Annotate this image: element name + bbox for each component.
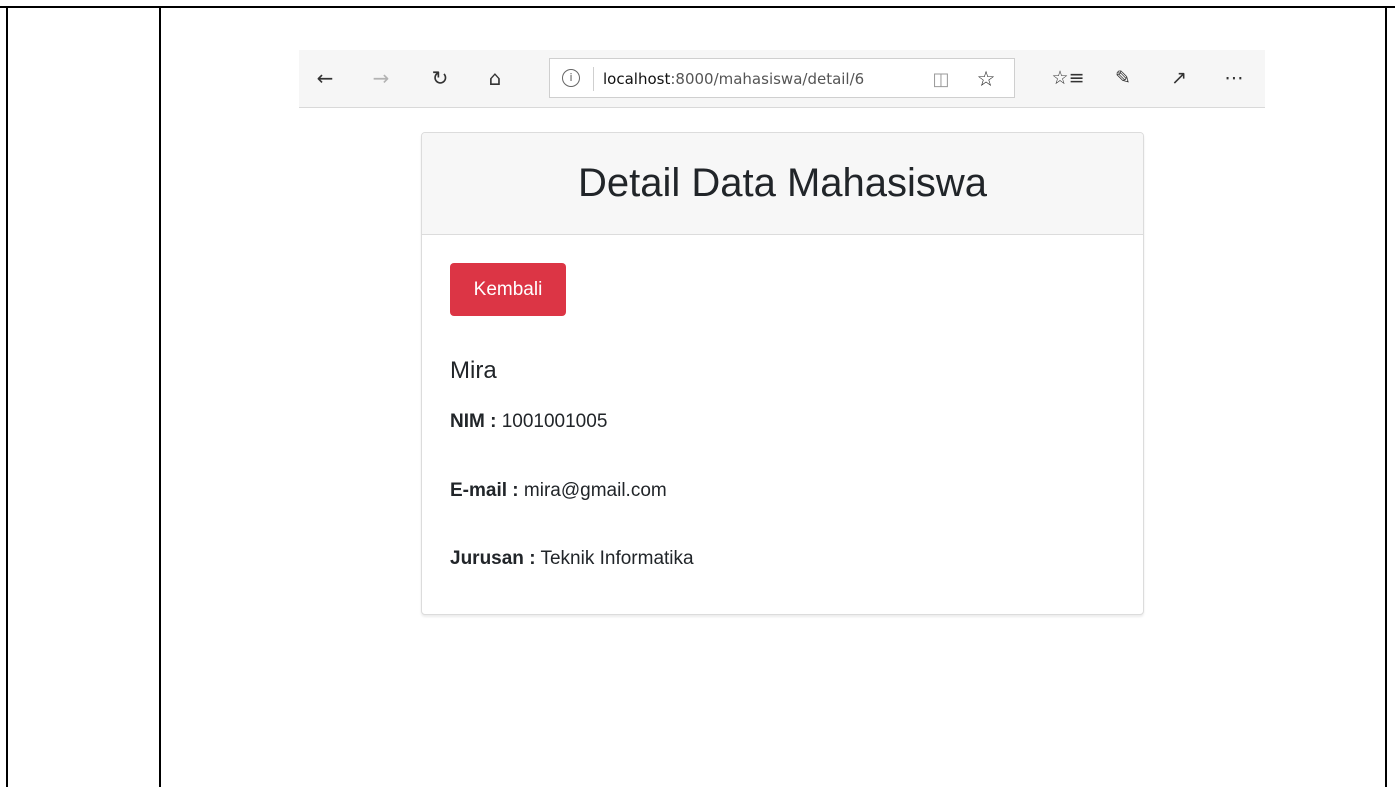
address-separator xyxy=(593,67,594,91)
url-text[interactable]: localhost:8000/mahasiswa/detail/6 xyxy=(603,70,864,88)
back-button[interactable]: Kembali xyxy=(450,263,566,316)
pen-icon[interactable]: ✎ xyxy=(1109,64,1137,92)
address-bar[interactable]: i localhost:8000/mahasiswa/detail/6 ◫ ☆ xyxy=(549,58,1015,98)
jurusan-label: Jurusan : xyxy=(450,548,536,569)
document-border-right xyxy=(1385,6,1387,787)
nim-value: 1001001005 xyxy=(501,411,608,432)
jurusan-value: Teknik Informatika xyxy=(540,548,694,569)
browser-toolbar: ← → ↻ ⌂ i localhost:8000/mahasiswa/detai… xyxy=(299,50,1265,108)
student-name: Mira xyxy=(450,357,497,384)
nim-label: NIM : xyxy=(450,411,497,432)
refresh-icon[interactable]: ↻ xyxy=(426,64,454,92)
jurusan-field: Jurusan : Teknik Informatika xyxy=(450,548,694,570)
more-icon[interactable]: ⋯ xyxy=(1220,64,1248,92)
email-value: mira@gmail.com xyxy=(523,480,667,501)
favorites-list-icon[interactable]: ☆≡ xyxy=(1052,64,1085,92)
star-icon[interactable]: ☆ xyxy=(974,67,998,91)
document-border-top xyxy=(0,6,1395,8)
nim-field: NIM : 1001001005 xyxy=(450,411,607,433)
page-title: Detail Data Mahasiswa xyxy=(577,161,988,205)
home-icon[interactable]: ⌂ xyxy=(481,64,509,92)
reading-view-icon[interactable]: ◫ xyxy=(930,68,952,90)
email-field: E-mail : mira@gmail.com xyxy=(450,480,667,502)
document-border-left xyxy=(6,6,8,787)
url-path: :8000/mahasiswa/detail/6 xyxy=(670,70,865,88)
back-arrow-icon[interactable]: ← xyxy=(311,64,339,92)
url-host: localhost xyxy=(603,70,671,88)
card-header: Detail Data Mahasiswa xyxy=(422,133,1143,235)
share-icon[interactable]: ↗ xyxy=(1165,64,1193,92)
info-icon[interactable]: i xyxy=(562,69,580,87)
email-label: E-mail : xyxy=(450,480,519,501)
forward-arrow-icon[interactable]: → xyxy=(367,64,395,92)
document-column-divider xyxy=(159,6,161,787)
detail-card: Detail Data Mahasiswa Kembali Mira NIM :… xyxy=(421,132,1144,615)
